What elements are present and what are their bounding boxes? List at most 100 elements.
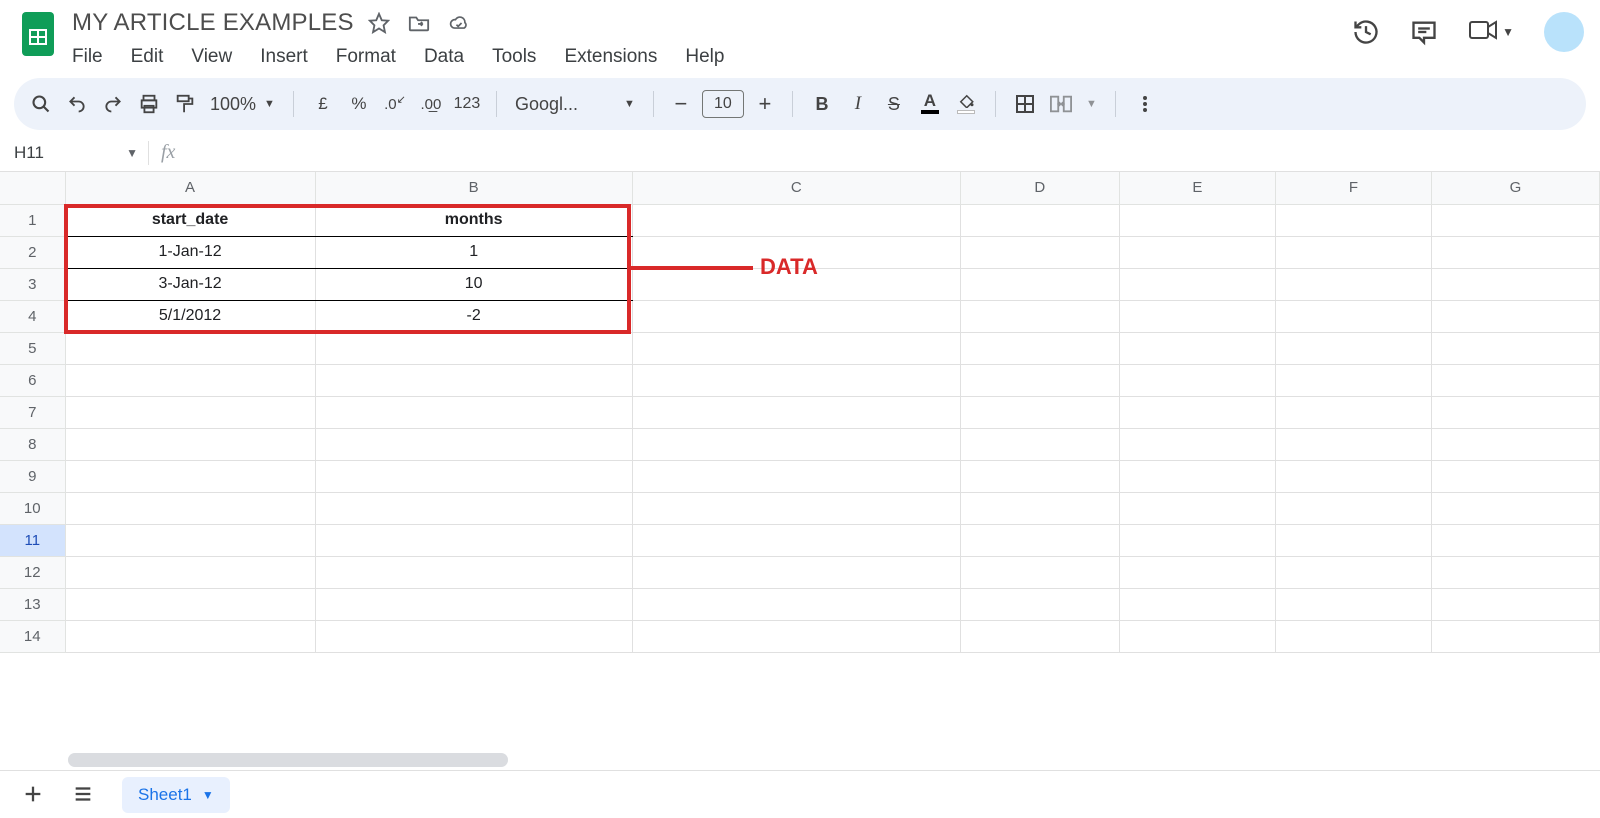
cell-G5[interactable] (1431, 332, 1599, 364)
sheets-logo[interactable] (16, 6, 60, 62)
menu-view[interactable]: View (191, 46, 232, 68)
zoom-dropdown[interactable]: 100% ▼ (210, 94, 275, 115)
cell-G4[interactable] (1431, 300, 1599, 332)
cell-D14[interactable] (960, 620, 1119, 652)
cell-G13[interactable] (1431, 588, 1599, 620)
cell-F1[interactable] (1275, 204, 1431, 236)
cell-B13[interactable] (315, 588, 632, 620)
redo-icon[interactable] (102, 93, 124, 115)
menu-data[interactable]: Data (424, 46, 464, 68)
cell-F13[interactable] (1275, 588, 1431, 620)
cell-F5[interactable] (1275, 332, 1431, 364)
number-format-button[interactable]: 123 (456, 93, 478, 115)
cell-F11[interactable] (1275, 524, 1431, 556)
borders-button[interactable] (1014, 93, 1036, 115)
column-header-C[interactable]: C (632, 172, 960, 204)
cell-D5[interactable] (960, 332, 1119, 364)
cell-B7[interactable] (315, 396, 632, 428)
cell-C11[interactable] (632, 524, 960, 556)
cell-A11[interactable] (65, 524, 315, 556)
cell-E5[interactable] (1119, 332, 1275, 364)
cell-E11[interactable] (1119, 524, 1275, 556)
account-avatar[interactable] (1544, 12, 1584, 52)
cell-D11[interactable] (960, 524, 1119, 556)
cell-A13[interactable] (65, 588, 315, 620)
cell-D1[interactable] (960, 204, 1119, 236)
cell-G8[interactable] (1431, 428, 1599, 460)
more-toolbar-button[interactable] (1134, 93, 1156, 115)
cell-A2[interactable]: 1-Jan-12 (65, 236, 315, 268)
cell-A10[interactable] (65, 492, 315, 524)
cell-D13[interactable] (960, 588, 1119, 620)
chevron-down-icon[interactable]: ▼ (1502, 25, 1514, 39)
cell-G14[interactable] (1431, 620, 1599, 652)
cell-B8[interactable] (315, 428, 632, 460)
cell-A4[interactable]: 5/1/2012 (65, 300, 315, 332)
select-all-corner[interactable] (0, 172, 65, 204)
row-header-1[interactable]: 1 (0, 204, 65, 236)
cell-D6[interactable] (960, 364, 1119, 396)
cell-B2[interactable]: 1 (315, 236, 632, 268)
currency-button[interactable]: £ (312, 93, 334, 115)
cloud-status-icon[interactable] (448, 12, 470, 34)
history-icon[interactable] (1352, 18, 1380, 46)
column-header-A[interactable]: A (65, 172, 315, 204)
cell-D2[interactable] (960, 236, 1119, 268)
cell-B12[interactable] (315, 556, 632, 588)
document-title[interactable]: MY ARTICLE EXAMPLES (72, 9, 354, 37)
cell-D10[interactable] (960, 492, 1119, 524)
cell-E3[interactable] (1119, 268, 1275, 300)
cell-B10[interactable] (315, 492, 632, 524)
cell-C2[interactable] (632, 236, 960, 268)
horizontal-scrollbar[interactable] (0, 750, 1600, 770)
print-icon[interactable] (138, 93, 160, 115)
row-header-12[interactable]: 12 (0, 556, 65, 588)
cell-A3[interactable]: 3-Jan-12 (65, 268, 315, 300)
cell-C13[interactable] (632, 588, 960, 620)
cell-A5[interactable] (65, 332, 315, 364)
menu-insert[interactable]: Insert (260, 46, 308, 68)
cell-B6[interactable] (315, 364, 632, 396)
cell-B14[interactable] (315, 620, 632, 652)
cell-C9[interactable] (632, 460, 960, 492)
menu-tools[interactable]: Tools (492, 46, 536, 68)
star-icon[interactable] (368, 12, 390, 34)
cell-A7[interactable] (65, 396, 315, 428)
cell-A9[interactable] (65, 460, 315, 492)
move-to-folder-icon[interactable] (408, 12, 430, 34)
cell-B1[interactable]: months (315, 204, 632, 236)
cell-B11[interactable] (315, 524, 632, 556)
cell-F3[interactable] (1275, 268, 1431, 300)
add-sheet-button[interactable] (22, 783, 46, 807)
cell-B3[interactable]: 10 (315, 268, 632, 300)
cell-E1[interactable] (1119, 204, 1275, 236)
cell-G12[interactable] (1431, 556, 1599, 588)
row-header-14[interactable]: 14 (0, 620, 65, 652)
row-header-11[interactable]: 11 (0, 524, 65, 556)
cell-E8[interactable] (1119, 428, 1275, 460)
italic-button[interactable]: I (847, 93, 869, 115)
cell-C7[interactable] (632, 396, 960, 428)
column-header-D[interactable]: D (960, 172, 1119, 204)
cell-E4[interactable] (1119, 300, 1275, 332)
bold-button[interactable]: B (811, 93, 833, 115)
cell-C5[interactable] (632, 332, 960, 364)
cell-A6[interactable] (65, 364, 315, 396)
cell-E14[interactable] (1119, 620, 1275, 652)
cell-E10[interactable] (1119, 492, 1275, 524)
row-header-6[interactable]: 6 (0, 364, 65, 396)
cell-C3[interactable] (632, 268, 960, 300)
cell-E7[interactable] (1119, 396, 1275, 428)
cell-F6[interactable] (1275, 364, 1431, 396)
cell-D3[interactable] (960, 268, 1119, 300)
column-header-E[interactable]: E (1119, 172, 1275, 204)
row-header-9[interactable]: 9 (0, 460, 65, 492)
tab-sheet1[interactable]: Sheet1 ▼ (122, 777, 230, 813)
name-box[interactable]: H11 ▼ (10, 143, 148, 163)
increase-decimal-button[interactable]: .0̲0 (420, 93, 442, 115)
row-header-7[interactable]: 7 (0, 396, 65, 428)
cell-E13[interactable] (1119, 588, 1275, 620)
font-size-input[interactable]: 10 (702, 90, 744, 118)
cell-C12[interactable] (632, 556, 960, 588)
search-icon[interactable] (30, 93, 52, 115)
